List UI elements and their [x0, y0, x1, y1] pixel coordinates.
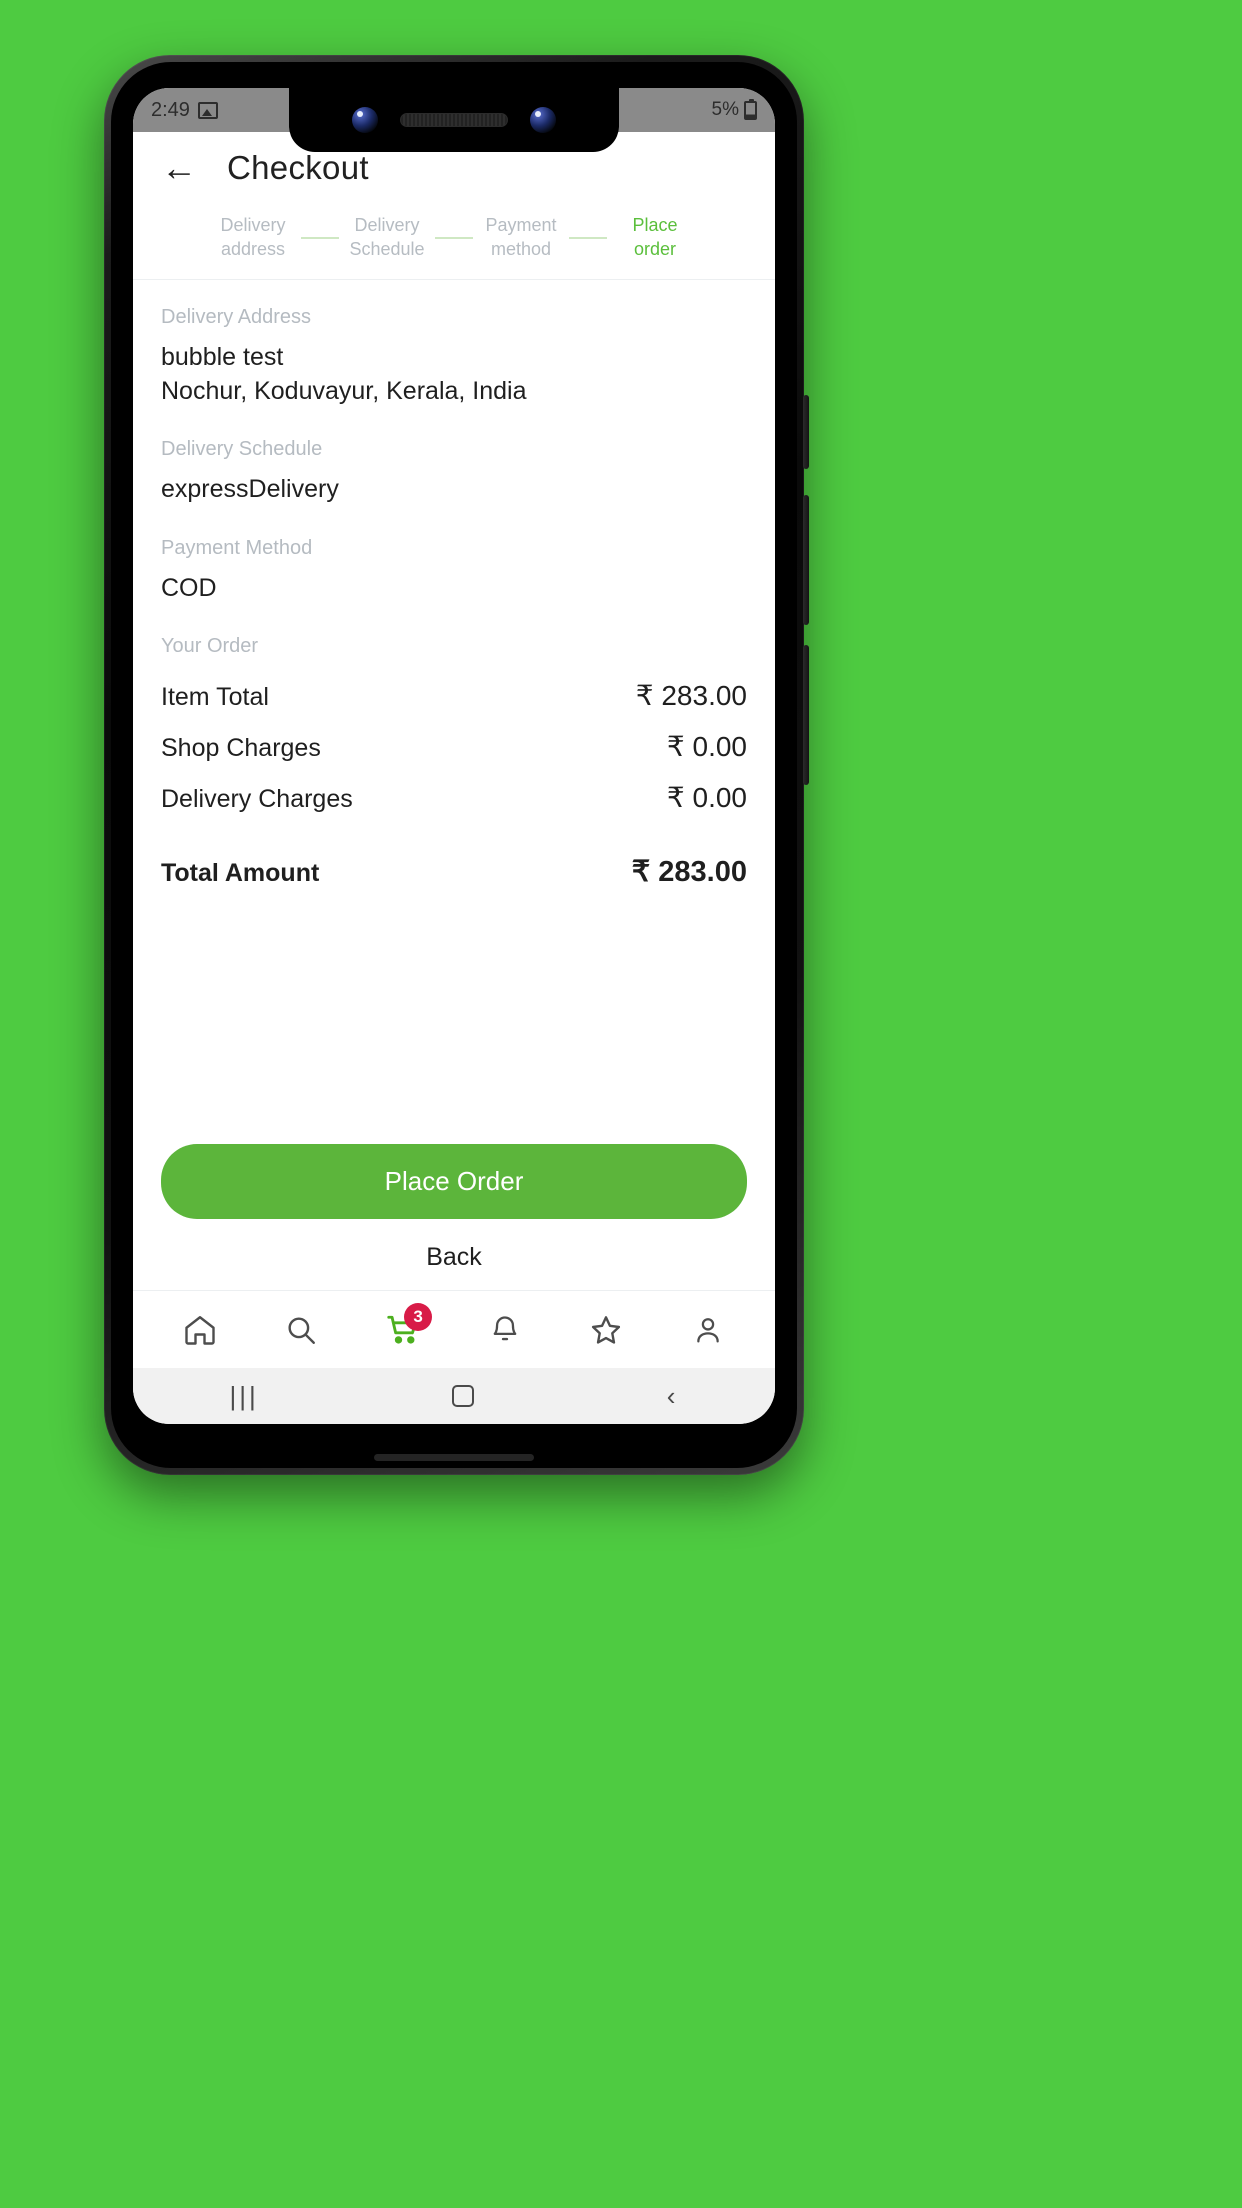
- payment-method-label: Payment Method: [161, 536, 313, 559]
- shop-charges-value: ₹ 0.00: [666, 731, 747, 762]
- page-title: Checkout: [227, 149, 369, 186]
- delivery-charges-key: Delivery Charges: [161, 785, 353, 813]
- phone-screen: 2:49 5% ← Checkout Delivery address Deli…: [133, 88, 775, 1424]
- item-total-key: Item Total: [161, 683, 269, 711]
- checkout-actions: Place Order Back: [133, 1144, 775, 1290]
- total-amount-key: Total Amount: [161, 859, 320, 887]
- table-row: Shop Charges ₹ 0.00: [161, 721, 747, 772]
- delivery-address-line: Nochur, Koduvayur, Kerala, India: [161, 376, 527, 405]
- stepper-step-payment-method[interactable]: Payment method: [475, 214, 567, 260]
- phone-device-frame: 2:49 5% ← Checkout Delivery address Deli…: [104, 55, 809, 1475]
- nav-item-search[interactable]: [274, 1305, 328, 1355]
- nav-item-cart[interactable]: 3: [376, 1302, 433, 1355]
- delivery-schedule-value: expressDelivery: [161, 475, 339, 503]
- delivery-schedule-label: Delivery Schedule: [161, 438, 323, 460]
- recents-button[interactable]: |||: [230, 1381, 259, 1412]
- delivery-address-label: Delivery Address: [161, 306, 312, 328]
- phone-bottom-speaker-grille: [374, 1454, 534, 1461]
- checkout-content: Delivery Address bubble test Nochur, Kod…: [133, 280, 775, 1144]
- total-amount-value: ₹ 283.00: [631, 856, 747, 888]
- side-button-top[interactable]: [803, 395, 809, 469]
- stepper-step-place-order[interactable]: Place order: [609, 214, 701, 260]
- image-icon: [197, 101, 218, 119]
- front-camera-icon: [352, 107, 378, 133]
- person-icon: [691, 1313, 725, 1347]
- delivery-address-section: Delivery Address bubble test Nochur, Kod…: [161, 306, 747, 408]
- back-arrow-icon[interactable]: ←: [161, 150, 197, 186]
- android-system-nav: ||| ‹: [133, 1368, 775, 1424]
- search-icon: [284, 1313, 318, 1347]
- battery-percent-label: 5%: [711, 99, 739, 120]
- home-square-icon[interactable]: [451, 1385, 474, 1407]
- payment-method-value: COD: [161, 573, 217, 602]
- front-camera-secondary-icon: [530, 107, 556, 133]
- system-back-button[interactable]: ‹: [667, 1381, 679, 1412]
- stepper-step-delivery-address[interactable]: Delivery address: [207, 214, 299, 260]
- earpiece-speaker: [400, 113, 508, 127]
- phone-inner-bezel: 2:49 5% ← Checkout Delivery address Deli…: [111, 62, 797, 1468]
- bottom-navigation-bar: 3: [133, 1290, 775, 1368]
- payment-method-section: Payment Method COD: [161, 537, 747, 606]
- cart-badge-count: 3: [404, 1302, 433, 1331]
- delivery-schedule-section: Delivery Schedule expressDelivery: [161, 438, 747, 507]
- shop-charges-key: Shop Charges: [161, 734, 321, 762]
- nav-item-notifications[interactable]: [478, 1305, 532, 1355]
- home-icon: [182, 1312, 218, 1348]
- delivery-charges-value: ₹ 0.00: [666, 782, 747, 813]
- stepper-divider-3: [569, 236, 607, 239]
- table-row-total: Total Amount ₹ 283.00: [161, 845, 747, 898]
- stepper-divider-2: [435, 236, 473, 239]
- nav-item-home[interactable]: [173, 1305, 227, 1355]
- item-total-value: ₹ 283.00: [635, 680, 747, 711]
- nav-item-favourites[interactable]: [579, 1305, 633, 1355]
- place-order-button[interactable]: Place Order: [161, 1144, 747, 1219]
- display-notch: [289, 88, 619, 152]
- nav-item-account[interactable]: [681, 1305, 735, 1355]
- your-order-section: Your Order Item Total ₹ 283.00 Shop Char…: [161, 635, 747, 898]
- table-row: Item Total ₹ 283.00: [161, 670, 747, 721]
- order-summary-rows: Item Total ₹ 283.00 Shop Charges ₹ 0.00 …: [161, 670, 747, 898]
- status-bar-left: 2:49: [151, 99, 218, 122]
- side-button-bottom[interactable]: [803, 645, 809, 785]
- battery-icon: [744, 98, 757, 120]
- side-button-mid[interactable]: [803, 495, 809, 625]
- star-icon: [588, 1312, 624, 1348]
- stepper-step-delivery-schedule[interactable]: Delivery Schedule: [341, 214, 433, 260]
- status-bar-right: 5%: [711, 98, 757, 121]
- back-button[interactable]: Back: [161, 1219, 747, 1290]
- checkout-stepper: Delivery address Delivery Schedule Payme…: [133, 204, 775, 280]
- table-row: Delivery Charges ₹ 0.00: [161, 772, 747, 823]
- your-order-label: Your Order: [161, 635, 259, 657]
- stepper-divider-1: [301, 236, 339, 239]
- bell-icon: [488, 1313, 522, 1347]
- delivery-address-name: bubble test: [161, 343, 284, 371]
- status-time: 2:49: [151, 98, 190, 121]
